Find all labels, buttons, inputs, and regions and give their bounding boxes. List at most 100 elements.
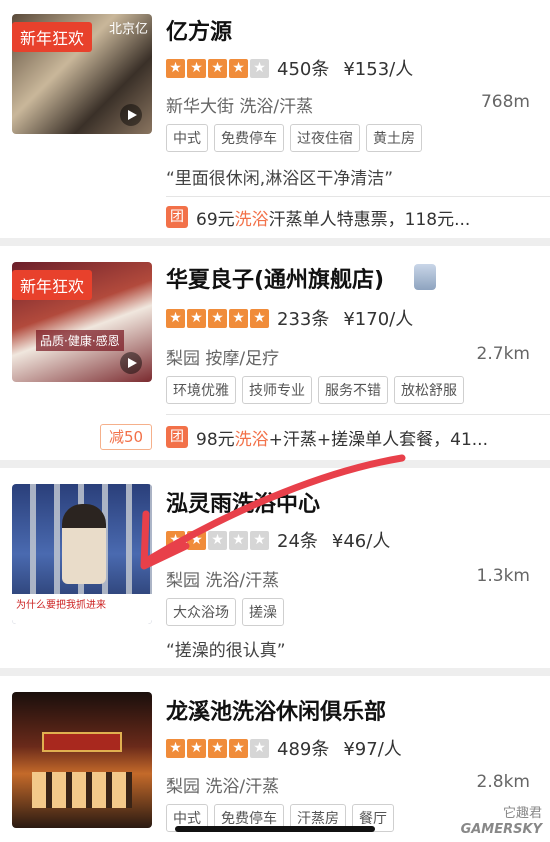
listing-card[interactable]: 北京亿 新年狂欢 亿方源 450条 ¥153/人 新华大街 洗浴/汗蒸 768m… (0, 0, 550, 238)
shop-name[interactable]: 龙溪池洗浴休闲俱乐部 (166, 694, 386, 726)
review-count: 489条 (277, 739, 330, 760)
tag-list: 大众浴场 搓澡 (166, 598, 284, 626)
star-icon (187, 530, 206, 550)
listing-thumbnail[interactable]: 北京亿 新年狂欢 (12, 14, 152, 134)
distance: 1.3km (476, 566, 530, 586)
listing-card[interactable]: 品质·健康·感恩 新年狂欢 华夏良子(通州旗舰店) 233条 ¥170/人 梨园… (0, 246, 550, 460)
group-buy-icon: 团 (166, 426, 188, 448)
star-icon (187, 738, 206, 758)
star-icon (166, 530, 185, 550)
star-icon (187, 58, 206, 78)
group-deal[interactable]: 团 69元 洗浴 汗蒸单人特惠票，118元... (166, 204, 540, 230)
tag: 搓澡 (242, 598, 284, 626)
group-deal[interactable]: 团 98元 洗浴 +汗蒸+搓澡单人套餐，41... (166, 424, 540, 450)
star-icon (166, 738, 185, 758)
deal-text: 汗蒸单人特惠票，118元... (268, 209, 471, 230)
signboard (42, 732, 122, 752)
avg-price: ¥46/人 (331, 531, 391, 552)
star-icon (229, 58, 248, 78)
deal-text: +汗蒸+搓澡单人套餐，41... (268, 429, 488, 450)
review-quote: “里面很休闲,淋浴区干净清洁” (166, 169, 394, 189)
avg-price: ¥153/人 (343, 59, 414, 80)
listing-thumbnail[interactable]: 品质·健康·感恩 新年狂欢 (12, 262, 152, 382)
star-icon (250, 738, 269, 758)
tag: 中式 (166, 124, 208, 152)
star-icon (208, 530, 227, 550)
listing-thumbnail[interactable]: 为什么要把我抓进来 (12, 484, 152, 624)
thumbnail-caption: 为什么要把我抓进来 (12, 594, 152, 624)
avg-price: ¥170/人 (343, 309, 414, 330)
star-icon (250, 530, 269, 550)
meta-row: 梨园 洗浴/汗蒸 2.8km (166, 772, 530, 797)
shop-name[interactable]: 华夏良子(通州旗舰店) (166, 262, 384, 294)
shop-name[interactable]: 泓灵雨洗浴中心 (166, 486, 320, 518)
verified-badge-icon (414, 264, 436, 290)
play-icon[interactable] (120, 352, 142, 374)
building-windows (32, 772, 132, 808)
divider (166, 414, 550, 415)
star-icon (187, 308, 206, 328)
rating-row: 489条 ¥97/人 (166, 736, 402, 760)
meta-row: 梨园 按摩/足疗 2.7km (166, 344, 530, 369)
tag: 过夜住宿 (290, 124, 360, 152)
deal-price: 98元 (196, 429, 235, 450)
rating-row: 24条 ¥46/人 (166, 528, 390, 552)
star-rating (166, 738, 269, 758)
area-category: 梨园 按摩/足疗 (166, 349, 280, 369)
area-category: 新华大街 洗浴/汗蒸 (166, 97, 314, 117)
distance: 768m (480, 92, 530, 112)
group-buy-icon: 团 (166, 206, 188, 228)
deal-highlight: 洗浴 (234, 429, 269, 450)
tag: 黄土房 (366, 124, 422, 152)
shop-name[interactable]: 亿方源 (166, 14, 232, 46)
rating-row: 233条 ¥170/人 (166, 306, 413, 330)
thumbnail-caption: 北京亿 (108, 22, 148, 37)
star-icon (229, 738, 248, 758)
discount-badge: 减50 (100, 424, 153, 450)
star-rating (166, 308, 269, 328)
area-category: 梨园 洗浴/汗蒸 (166, 777, 280, 797)
deal-highlight: 洗浴 (234, 209, 269, 230)
review-count: 233条 (277, 309, 330, 330)
tag-list: 中式 免费停车 过夜住宿 黄土房 (166, 124, 422, 152)
star-icon (208, 738, 227, 758)
home-indicator[interactable] (175, 826, 375, 832)
tag: 免费停车 (214, 124, 284, 152)
play-icon[interactable] (120, 104, 142, 126)
distance: 2.8km (476, 772, 530, 792)
review-count: 450条 (277, 59, 330, 80)
listing-card[interactable]: 为什么要把我抓进来 泓灵雨洗浴中心 24条 ¥46/人 梨园 洗浴/汗蒸 1.3… (0, 468, 550, 668)
star-icon (166, 308, 185, 328)
tag: 服务不错 (318, 376, 388, 404)
tag: 环境优雅 (166, 376, 236, 404)
star-icon (208, 308, 227, 328)
review-count: 24条 (277, 531, 318, 552)
distance: 2.7km (476, 344, 530, 364)
meta-row: 梨园 洗浴/汗蒸 1.3km (166, 566, 530, 591)
watermark: 它趣君 GAMERSKY (461, 806, 542, 838)
deal-price: 69元 (196, 209, 235, 230)
star-rating (166, 58, 269, 78)
area-category: 梨园 洗浴/汗蒸 (166, 571, 280, 591)
listing-thumbnail[interactable] (12, 692, 152, 828)
promo-ribbon: 新年狂欢 (12, 22, 93, 52)
rating-row: 450条 ¥153/人 (166, 56, 413, 80)
tag: 放松舒服 (394, 376, 464, 404)
watermark-line: 它趣君 (502, 806, 542, 821)
tag-list: 环境优雅 技师专业 服务不错 放松舒服 (166, 376, 464, 404)
review-quote: “搓澡的很认真” (166, 641, 286, 661)
star-icon (166, 58, 185, 78)
promo-ribbon: 新年狂欢 (12, 270, 93, 300)
star-icon (229, 530, 248, 550)
star-icon (229, 308, 248, 328)
tag: 大众浴场 (166, 598, 236, 626)
thumbnail-caption: 品质·健康·感恩 (36, 330, 124, 351)
star-icon (250, 308, 269, 328)
divider (166, 196, 550, 197)
star-icon (250, 58, 269, 78)
star-icon (208, 58, 227, 78)
star-rating (166, 530, 269, 550)
tag: 技师专业 (242, 376, 312, 404)
meta-row: 新华大街 洗浴/汗蒸 768m (166, 92, 530, 117)
watermark-line: GAMERSKY (460, 822, 542, 837)
